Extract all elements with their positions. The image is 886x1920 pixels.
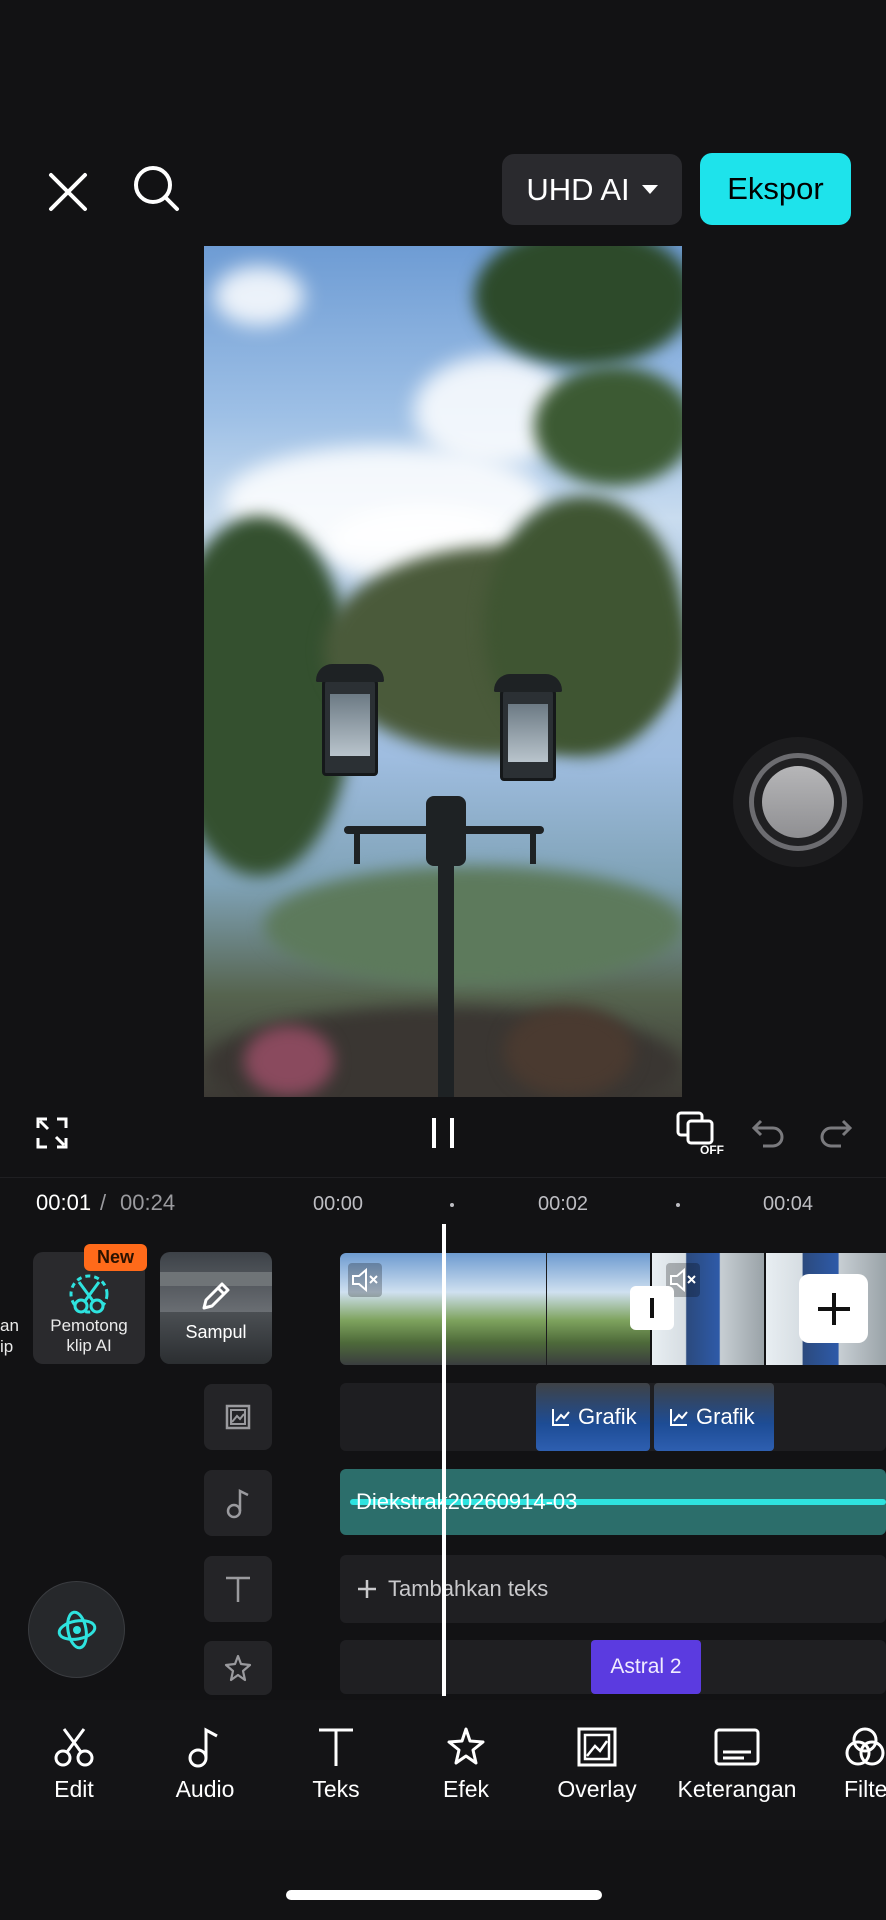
partial-tool-label: ip — [0, 1337, 14, 1356]
toolbar-filter[interactable]: Filte — [844, 1726, 886, 1803]
ai-cut-label-line1: Pemotong — [50, 1316, 128, 1335]
tick-label: 00:04 — [763, 1193, 814, 1215]
ai-orbit-icon — [57, 1610, 96, 1649]
sparkle-star-icon — [447, 1727, 485, 1765]
toolbar-text-label: Teks — [312, 1776, 360, 1802]
captions-icon — [714, 1728, 760, 1766]
ai-cut-label-line2: klip AI — [66, 1336, 112, 1355]
search-button[interactable] — [132, 164, 182, 214]
overlay-clip[interactable]: Grafik — [654, 1383, 774, 1451]
transition-icon — [650, 1298, 654, 1318]
quality-dropdown[interactable]: UHD AI — [502, 154, 682, 225]
toolbar-audio[interactable]: Audio — [170, 1726, 240, 1803]
text-track-button[interactable] — [204, 1556, 272, 1622]
toolbar-text[interactable]: Teks — [304, 1726, 368, 1803]
overlay-icon — [577, 1727, 617, 1767]
add-text-button[interactable]: Tambahkan teks — [340, 1555, 886, 1623]
toolbar-captions-label: Keterangan — [677, 1776, 797, 1802]
pause-button[interactable] — [424, 1114, 462, 1152]
ai-assistant-button[interactable] — [28, 1581, 125, 1678]
expand-icon — [36, 1117, 68, 1149]
overlay-clip[interactable]: Grafik — [536, 1383, 650, 1451]
filter-icon — [845, 1727, 885, 1766]
undo-button[interactable] — [750, 1116, 786, 1150]
redo-button[interactable] — [818, 1116, 854, 1150]
toolbar-effects[interactable]: Efek — [438, 1726, 494, 1803]
joystick-knob — [762, 766, 834, 838]
current-time: 00:01 — [36, 1190, 92, 1215]
search-icon — [134, 166, 179, 211]
plus-icon — [358, 1580, 376, 1598]
pencil-icon — [202, 1282, 230, 1310]
keyframe-off-icon: OFF — [676, 1111, 724, 1156]
text-icon — [226, 1576, 250, 1602]
playhead[interactable] — [442, 1224, 446, 1696]
keyframe-button[interactable]: OFF — [675, 1110, 727, 1156]
chart-icon — [670, 1409, 688, 1426]
redo-icon — [820, 1119, 853, 1148]
keyframe-off-badge: OFF — [700, 1143, 724, 1156]
tick-dot — [450, 1203, 454, 1207]
audio-track-button[interactable] — [204, 1470, 272, 1536]
toolbar-filter-label: Filte — [844, 1776, 886, 1802]
cover-button[interactable]: Sampul — [160, 1252, 272, 1364]
ai-scissors-icon — [69, 1274, 109, 1314]
preview-joystick[interactable] — [733, 737, 863, 867]
overlay-clip-label: Grafik — [696, 1404, 755, 1429]
close-icon — [49, 173, 87, 211]
total-time: 00:24 — [120, 1190, 176, 1215]
toolbar-effects-label: Efek — [442, 1776, 490, 1802]
audio-clip[interactable]: Diekstrak20260914-03 — [340, 1469, 886, 1535]
tick-dot — [676, 1203, 680, 1207]
caret-down-icon — [641, 185, 658, 194]
joystick-ring — [749, 753, 847, 851]
clip-thumbnail — [443, 1253, 546, 1365]
new-badge: New — [84, 1244, 147, 1271]
video-clip-1[interactable] — [340, 1253, 650, 1365]
overlay-icon — [225, 1404, 251, 1430]
add-clip-button[interactable] — [799, 1274, 868, 1343]
overlay-track-button[interactable] — [204, 1384, 272, 1450]
cover-label: Sampul — [185, 1322, 247, 1342]
chart-icon — [552, 1409, 570, 1426]
pause-icon — [432, 1118, 454, 1148]
undo-icon — [751, 1119, 784, 1148]
music-note-icon — [188, 1727, 218, 1768]
effect-clip[interactable]: Astral 2 — [591, 1640, 701, 1694]
music-note-icon — [226, 1488, 249, 1519]
transition-button[interactable] — [630, 1286, 674, 1330]
toolbar-overlay-label: Overlay — [557, 1776, 637, 1802]
text-icon — [319, 1728, 353, 1766]
toolbar-audio-label: Audio — [175, 1776, 235, 1802]
toolbar-overlay[interactable]: Overlay — [552, 1726, 642, 1803]
add-text-label: Tambahkan teks — [388, 1576, 549, 1601]
export-button[interactable]: Ekspor — [700, 153, 851, 225]
effect-track-button[interactable] — [204, 1641, 272, 1695]
scissors-icon — [54, 1728, 94, 1767]
tick-label: 00:00 — [313, 1193, 364, 1215]
home-indicator[interactable] — [286, 1890, 602, 1900]
tick-label: 00:02 — [538, 1193, 589, 1215]
overlay-clip-label: Grafik — [578, 1404, 637, 1429]
plus-icon — [817, 1292, 850, 1325]
toolbar-edit[interactable]: Edit — [44, 1726, 104, 1803]
toolbar-edit-label: Edit — [54, 1776, 94, 1802]
toolbar-captions[interactable]: Keterangan — [672, 1726, 802, 1803]
fullscreen-button[interactable] — [34, 1115, 70, 1151]
muted-speaker-icon — [348, 1263, 382, 1297]
timeline-divider — [0, 1177, 886, 1178]
time-separator: / — [100, 1190, 107, 1215]
close-button[interactable] — [44, 168, 92, 216]
video-preview[interactable] — [204, 246, 682, 1097]
sparkle-star-icon — [224, 1654, 252, 1682]
quality-label: UHD AI — [526, 171, 630, 207]
audio-clip-label: Diekstrak20260914-03 — [356, 1489, 578, 1514]
partial-tool-label: an — [0, 1316, 19, 1335]
